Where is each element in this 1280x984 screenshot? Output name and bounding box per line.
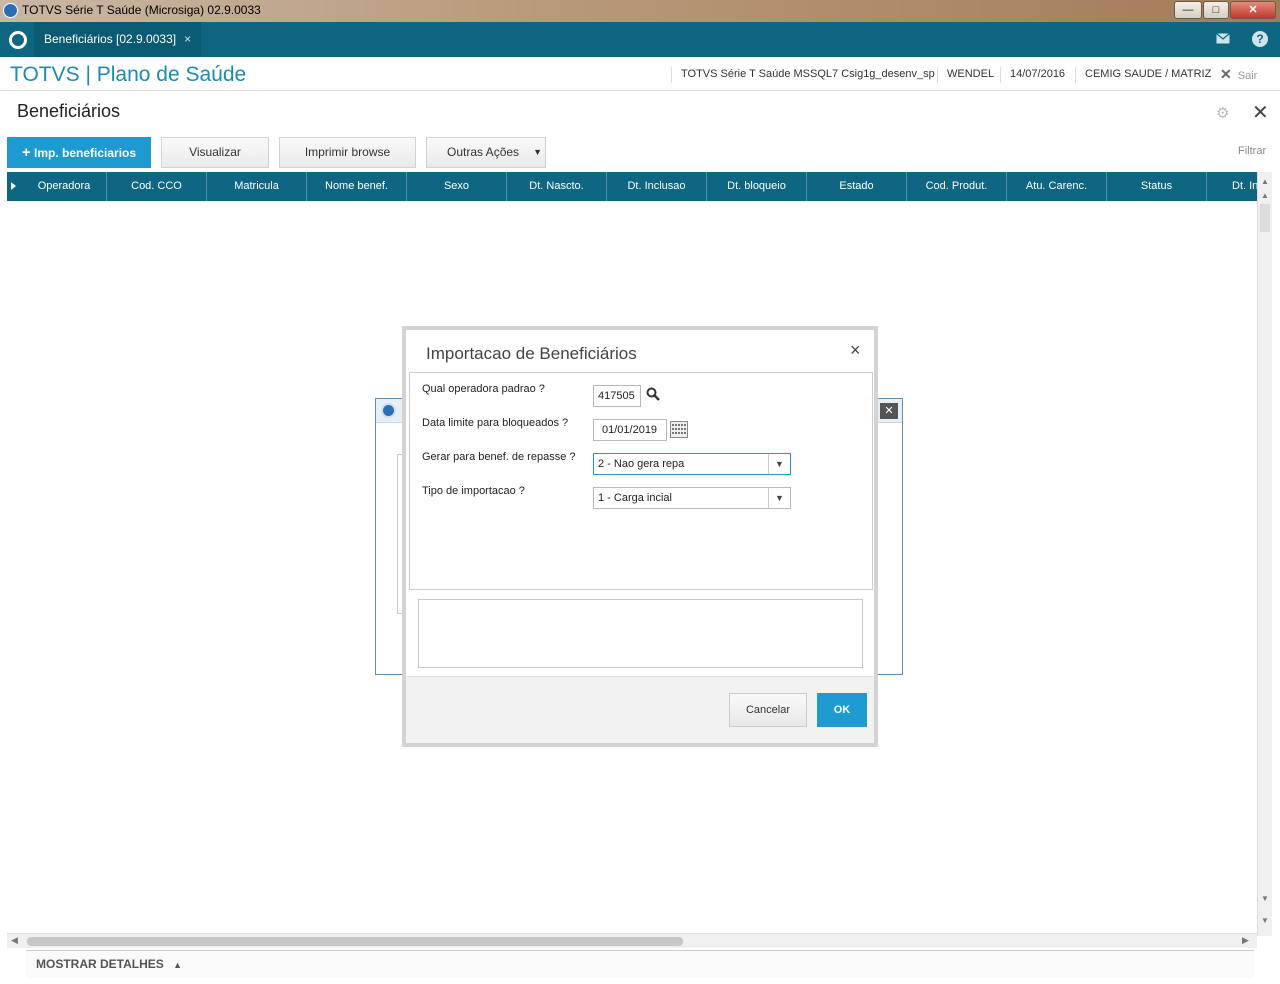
page-close-icon[interactable]: ✕ [1252, 100, 1269, 125]
import-beneficiarios-button[interactable]: + Imp. beneficiarios [7, 137, 151, 168]
plus-icon: + [21, 144, 31, 161]
minimize-button[interactable]: — [1174, 1, 1202, 19]
tipo-importacao-label: Tipo de importacao ? [422, 485, 525, 497]
tab-bar: Beneficiários [02.9.0033] × ? [0, 22, 1280, 57]
column-header-dt-inclusao[interactable]: Dt. Inclusao [606, 172, 706, 201]
import-dialog: Importacao de Beneficiários × Qual opera… [402, 326, 878, 747]
tab-label: Beneficiários [02.9.0033] [44, 32, 177, 46]
log-textarea[interactable] [418, 599, 863, 668]
dialog-close-icon[interactable]: × [850, 340, 861, 361]
print-browse-button[interactable]: Imprimir browse [279, 137, 416, 168]
data-limite-label: Data limite para bloqueados ? [422, 417, 569, 429]
view-button[interactable]: Visualizar [161, 137, 269, 168]
dialog-footer: Cancelar OK [406, 676, 874, 743]
column-header-dt-in[interactable]: Dt. In [1206, 172, 1257, 201]
date-info: 14/07/2016 [1000, 67, 1074, 83]
app-icon [3, 3, 18, 18]
maximize-button[interactable]: □ [1203, 1, 1229, 19]
search-icon[interactable] [646, 387, 660, 404]
column-header-matricula[interactable]: Matricula [206, 172, 306, 201]
column-header-status[interactable]: Status [1106, 172, 1206, 201]
tab-beneficiarios[interactable]: Beneficiários [02.9.0033] × [34, 22, 202, 57]
ok-button[interactable]: OK [817, 693, 867, 727]
operadora-input[interactable]: 417505 [593, 385, 641, 407]
repasse-value: 2 - Nao gera repa [598, 458, 685, 470]
column-header-cod-cco[interactable]: Cod. CCO [106, 172, 206, 201]
parameters-form: Qual operadora padrao ? 417505 Data limi… [409, 372, 873, 590]
column-header-estado[interactable]: Estado [806, 172, 906, 201]
column-header-dt-nascto[interactable]: Dt. Nascto. [506, 172, 606, 201]
scroll-down-icon[interactable]: ▼ [1258, 894, 1272, 903]
chevron-down-icon: ▼ [533, 147, 542, 157]
window-titlebar: TOTVS Série T Saúde (Microsiga) 02.9.003… [0, 0, 1280, 22]
show-details-toggle[interactable]: MOSTRAR DETALHES ▲ [26, 950, 1254, 978]
environment-info: TOTVS Série T Saúde MSSQL7 Csig1g_desenv… [671, 67, 944, 83]
operadora-label: Qual operadora padrao ? [422, 383, 545, 395]
user-info: WENDEL [937, 67, 1003, 83]
scroll-up-small-icon[interactable]: ▲ [1258, 191, 1272, 200]
column-header-dt-bloqueio[interactable]: Dt. bloqueio [706, 172, 806, 201]
gear-icon[interactable]: ⚙ [1216, 104, 1229, 122]
help-icon[interactable]: ? [1252, 31, 1268, 47]
scroll-left-icon[interactable]: ◀ [11, 935, 18, 946]
vertical-scroll-thumb[interactable] [1260, 204, 1270, 232]
logout-label: Sair [1237, 70, 1258, 82]
tipo-importacao-value: 1 - Carga incial [598, 492, 672, 504]
logout-button[interactable]: ✕ Sair [1220, 66, 1257, 83]
column-header-cod-produt[interactable]: Cod. Produt. [906, 172, 1006, 201]
import-label: Imp. beneficiarios [34, 146, 137, 160]
column-header-sexo[interactable]: Sexo [406, 172, 506, 201]
page-title: Beneficiários [17, 101, 121, 121]
app-icon [381, 403, 396, 418]
scroll-right-icon[interactable]: ▶ [1242, 935, 1249, 946]
horizontal-scroll-thumb[interactable] [27, 937, 683, 946]
tab-close-icon[interactable]: × [184, 32, 191, 46]
close-icon: ✕ [1220, 66, 1232, 82]
brand-title: TOTVS | Plano de Saúde [10, 63, 247, 86]
column-header-atu-carenc[interactable]: Atu. Carenc. [1006, 172, 1106, 201]
totvs-logo-icon[interactable] [9, 31, 27, 49]
chevron-down-icon[interactable]: ▼ [768, 488, 790, 508]
dialog-title: Importacao de Beneficiários [426, 344, 637, 363]
repasse-select[interactable]: 2 - Nao gera repa ▼ [593, 453, 791, 475]
background-dialog-close-icon[interactable]: ✕ [880, 403, 898, 419]
vertical-scrollbar[interactable]: ▲ ▲ ▼ ▼ [1257, 172, 1272, 936]
scroll-down-small-icon[interactable]: ▼ [1258, 916, 1272, 925]
calendar-icon[interactable] [670, 421, 688, 441]
horizontal-scrollbar[interactable]: ◀ ▶ [7, 933, 1257, 948]
filter-link[interactable]: Filtrar [1238, 145, 1266, 157]
column-header-nome-benef[interactable]: Nome benef. [306, 172, 406, 201]
show-details-label: MOSTRAR DETALHES [36, 957, 164, 971]
app-header: TOTVS | Plano de Saúde TOTVS Série T Saú… [0, 57, 1280, 91]
window-title: TOTVS Série T Saúde (Microsiga) 02.9.003… [22, 3, 261, 17]
column-header-operadora[interactable]: Operadora [14, 172, 114, 201]
repasse-label: Gerar para benef. de repasse ? [422, 451, 576, 463]
more-actions-dropdown[interactable]: Outras Ações ▼ [426, 137, 546, 168]
more-actions-label: Outras Ações [447, 145, 520, 159]
tipo-importacao-select[interactable]: 1 - Carga incial ▼ [593, 487, 791, 509]
company-info: CEMIG SAUDE / MATRIZ [1075, 67, 1220, 83]
grid-header: Operadora Cod. CCO Matricula Nome benef.… [7, 172, 1257, 201]
data-limite-input[interactable]: 01/01/2019 [593, 419, 667, 441]
chevron-up-icon: ▲ [173, 960, 183, 970]
mail-icon[interactable] [1215, 31, 1231, 47]
chevron-down-icon[interactable]: ▼ [768, 454, 790, 474]
window-close-button[interactable]: ✕ [1230, 1, 1276, 19]
cancel-button[interactable]: Cancelar [729, 693, 807, 727]
scroll-up-icon[interactable]: ▲ [1258, 177, 1272, 186]
